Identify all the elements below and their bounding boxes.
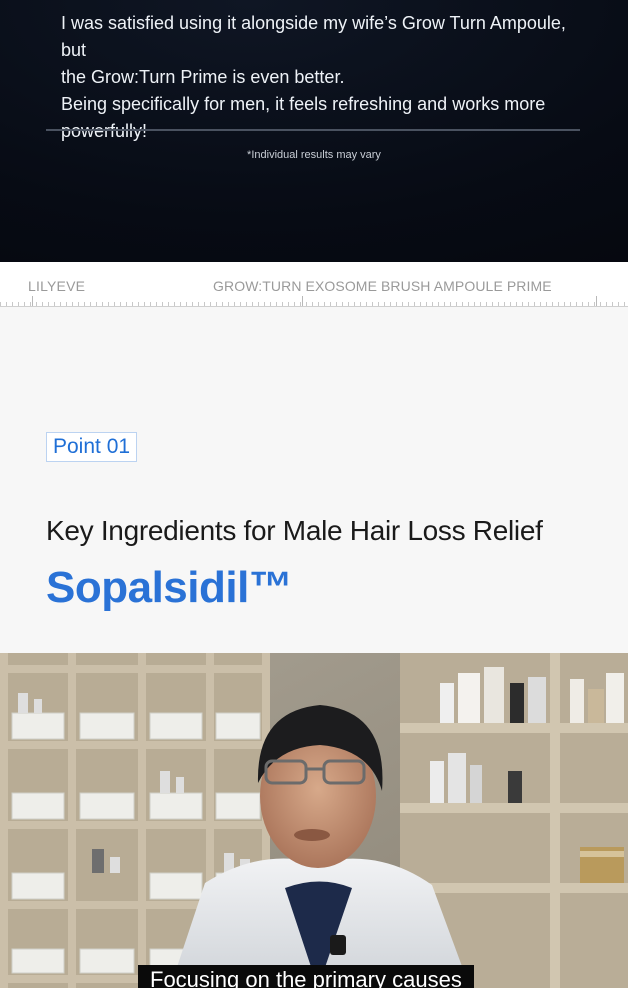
disclaimer-text: *Individual results may vary [247,149,381,161]
customer-review-section: I was satisfied using it alongside my wi… [0,0,628,262]
ruler-major-tick [302,296,303,306]
review-text: I was satisfied using it alongside my wi… [61,10,581,145]
key-ingredient-section: Point 01 Key Ingredients for Male Hair L… [0,307,628,653]
ruler-ticks [0,298,628,306]
review-line: Being specifically for men, it feels ref… [61,94,546,114]
brand-name: LILYEVE [28,278,86,294]
researcher-video-frame[interactable]: Focusing on the primary causes [0,653,628,988]
ruler-major-tick [32,296,33,306]
review-line: the Grow:Turn Prime is even better. [61,67,345,87]
ingredient-name: Sopalsidil™ [46,563,293,612]
lab-shelves-image [0,653,628,988]
ruler-major-tick [596,296,597,306]
video-caption: Focusing on the primary causes [138,965,474,988]
brand-ruler-bar: LILYEVE GROW:TURN EXOSOME BRUSH AMPOULE … [0,262,628,307]
review-line: powerfully! [61,121,148,141]
product-name: GROW:TURN EXOSOME BRUSH AMPOULE PRIME [213,278,552,294]
product-detail-page: I was satisfied using it alongside my wi… [0,0,628,988]
section-title: Key Ingredients for Male Hair Loss Relie… [46,515,543,546]
point-badge: Point 01 [46,432,138,462]
review-divider [46,129,580,131]
review-line: I was satisfied using it alongside my wi… [61,13,566,60]
